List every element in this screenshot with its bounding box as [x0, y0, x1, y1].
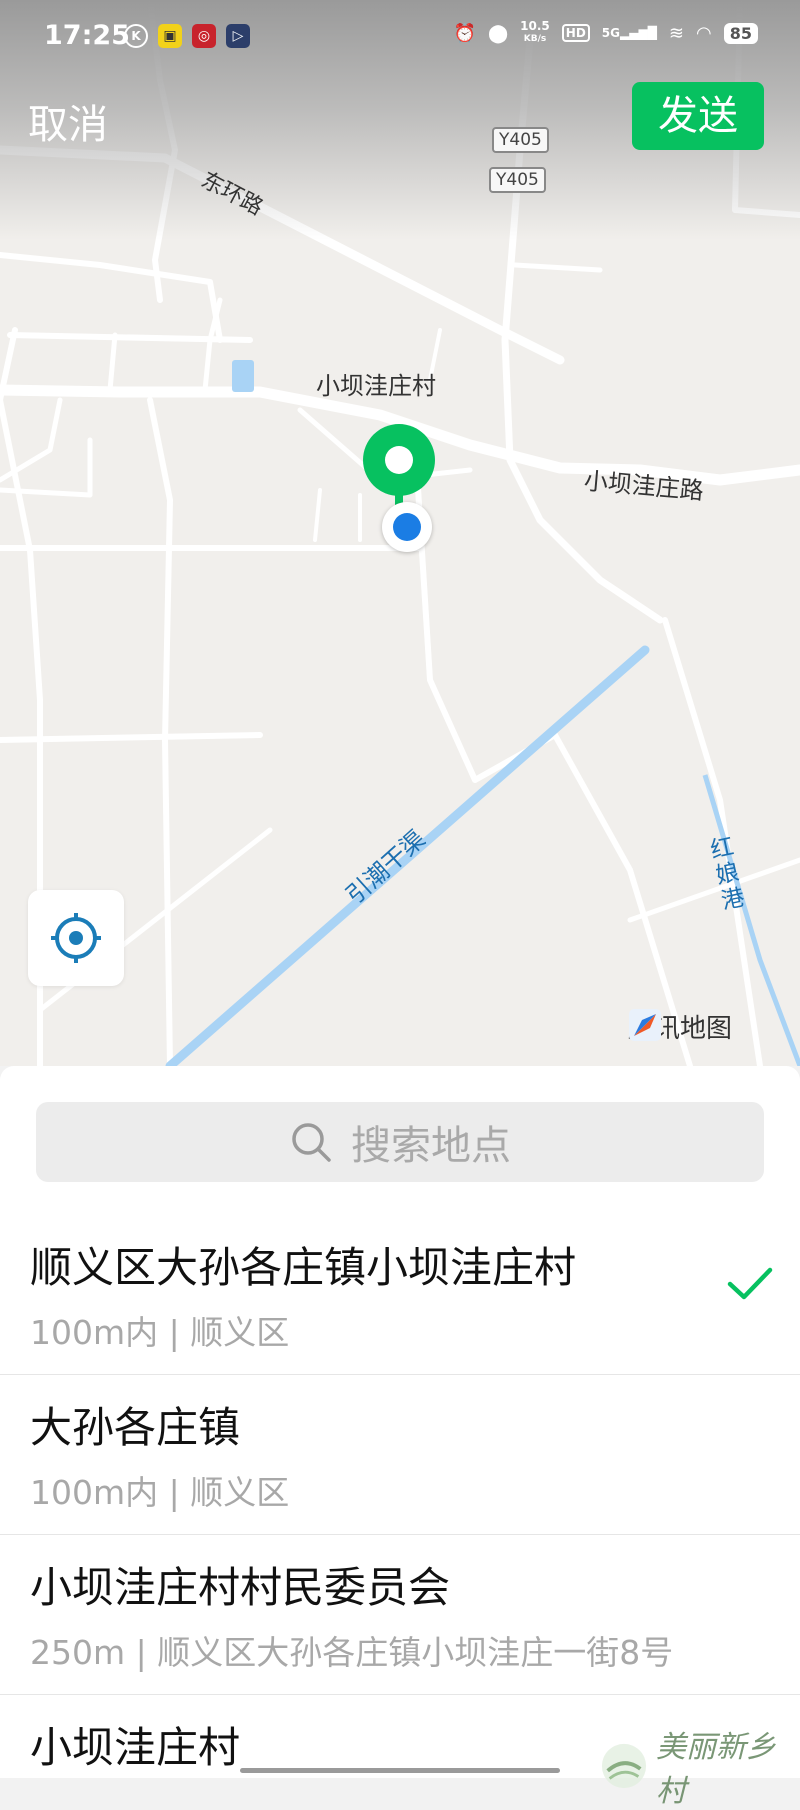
- watermark-logo-icon: [601, 1743, 647, 1789]
- search-placeholder: 搜索地点: [351, 1123, 511, 1169]
- place-item[interactable]: 大孙各庄镇 100m内 | 顺义区: [0, 1374, 800, 1535]
- alarm-icon: ⏰: [453, 22, 477, 44]
- crosshair-icon: [51, 913, 101, 963]
- cancel-button[interactable]: 取消: [28, 92, 108, 150]
- map-view[interactable]: 东环路 Y405 Y405 小坝洼庄村 小坝洼庄路 引潮干渠 红娘港 腾讯地图 …: [0, 0, 800, 1066]
- my-location-inner: [393, 513, 421, 541]
- status-bar: 17:25 K ▣ ◎ ▷ ⏰ ⬤ 10.5 KB/s HD 5G▂▄▆█ ≋ …: [0, 0, 800, 74]
- pin-hole: [385, 446, 413, 474]
- k-app-icon: K: [124, 24, 148, 48]
- status-indicators: ⏰ ⬤ 10.5 KB/s HD 5G▂▄▆█ ≋ ◠ 85: [454, 20, 758, 46]
- watermark: 美丽新乡村: [600, 1722, 800, 1810]
- net-speed-value: 10.5: [520, 19, 550, 33]
- signal-icon: 5G▂▄▆█: [601, 26, 657, 40]
- my-location-dot: [382, 502, 432, 552]
- hd-icon: HD: [561, 24, 590, 42]
- place-title: 小坝洼庄村村民委员会: [30, 1563, 451, 1612]
- locate-me-button[interactable]: [28, 890, 124, 986]
- place-item[interactable]: 顺义区大孙各庄镇小坝洼庄村 100m内 | 顺义区: [0, 1214, 800, 1375]
- status-time: 17:25: [44, 20, 130, 51]
- red-app-icon: ◎: [192, 24, 216, 48]
- wifi-icon: ◠: [696, 22, 712, 44]
- place-subtitle: 100m内 | 顺义区: [30, 1473, 290, 1512]
- place-title: 小坝洼庄村: [30, 1723, 241, 1772]
- gps-icon: ⬤: [488, 22, 509, 44]
- road-badge-y405: Y405: [489, 167, 546, 193]
- net-speed-unit: KB/s: [523, 34, 547, 44]
- place-title: 大孙各庄镇: [30, 1403, 241, 1452]
- place-subtitle: 250m | 顺义区大孙各庄镇小坝洼庄一街8号: [30, 1633, 674, 1672]
- yellow-app-icon: ▣: [158, 24, 182, 48]
- places-sheet: 搜索地点 顺义区大孙各庄镇小坝洼庄村 100m内 | 顺义区 大孙各庄镇 100…: [0, 1066, 800, 1778]
- watermark-text: 美丽新乡村: [656, 1730, 776, 1809]
- location-pin-icon[interactable]: [363, 424, 435, 496]
- home-indicator[interactable]: [240, 1768, 560, 1773]
- wifi-hotspot-icon: ≋: [668, 22, 685, 44]
- search-bar[interactable]: 搜索地点: [36, 1102, 764, 1182]
- tencent-map-logo-icon: [629, 1009, 661, 1041]
- place-item[interactable]: 小坝洼庄村村民委员会 250m | 顺义区大孙各庄镇小坝洼庄一街8号: [0, 1534, 800, 1695]
- road-badge-y405: Y405: [492, 127, 549, 153]
- net-speed: 10.5 KB/s: [520, 20, 550, 46]
- place-subtitle: 100m内 | 顺义区: [30, 1313, 290, 1352]
- play-app-icon: ▷: [226, 24, 250, 48]
- checkmark-icon: [727, 1267, 773, 1300]
- send-button[interactable]: 发送: [632, 82, 764, 150]
- place-title: 顺义区大孙各庄镇小坝洼庄村: [30, 1243, 577, 1292]
- search-icon: [292, 1123, 331, 1162]
- village-label: 小坝洼庄村: [316, 372, 436, 400]
- battery-icon: 85: [723, 22, 758, 44]
- status-app-icons: K ▣ ◎ ▷: [124, 24, 250, 48]
- signal-label: 5G: [601, 26, 620, 40]
- map-provider: 腾讯地图: [628, 1008, 732, 1045]
